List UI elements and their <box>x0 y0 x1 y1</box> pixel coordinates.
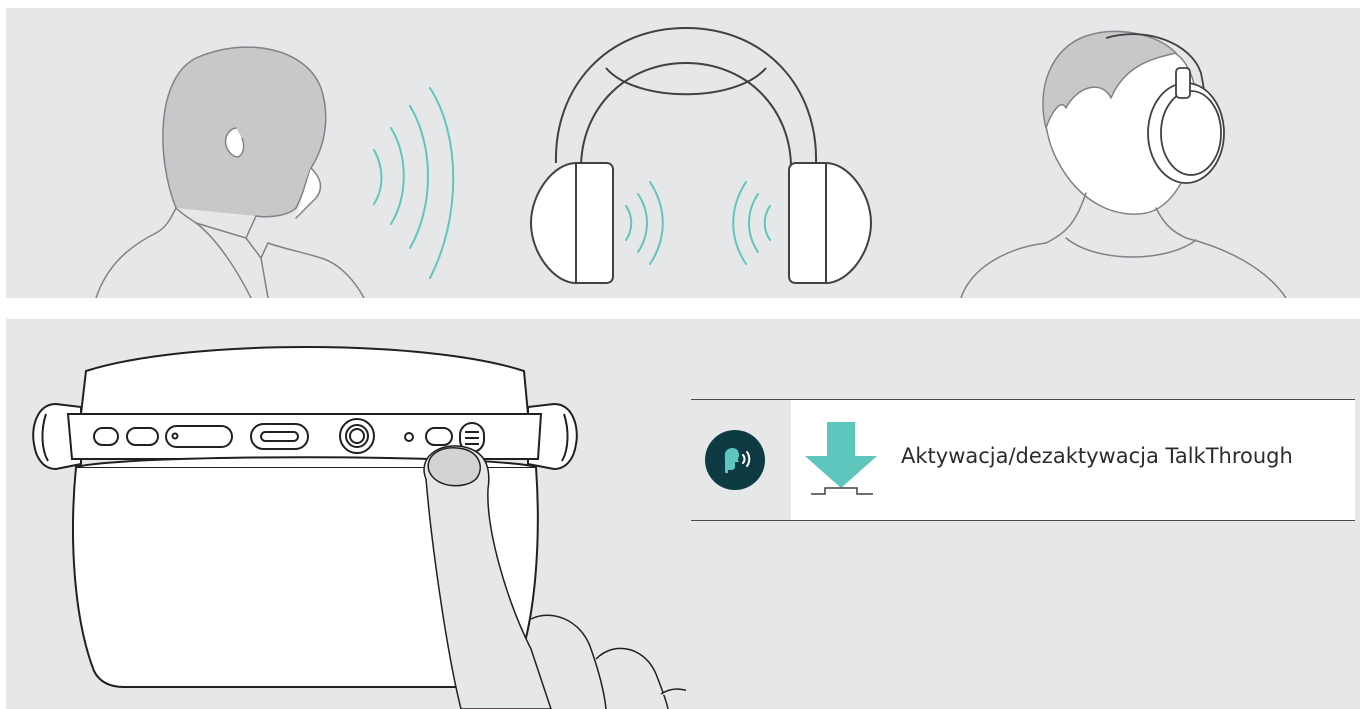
talkthrough-scene-illustration <box>95 26 1287 298</box>
headphone-button-press-illustration <box>32 346 686 709</box>
talkthrough-icon <box>705 430 765 490</box>
listener-person-figure <box>960 30 1287 298</box>
speech-sound-waves <box>373 87 455 279</box>
talkthrough-scene-panel <box>6 8 1360 298</box>
microphone-hole <box>404 432 414 442</box>
talkthrough-slot <box>425 427 453 446</box>
headphones-figure <box>529 26 873 284</box>
pressing-finger <box>423 445 686 709</box>
headphone-internal-sound-waves <box>625 181 771 265</box>
legend-row: Aktywacja/dezaktywacja TalkThrough <box>691 399 1355 521</box>
press-down-arrow-icon <box>805 422 877 495</box>
led-slot-1 <box>93 427 119 446</box>
legend-action-label: Aktywacja/dezaktywacja TalkThrough <box>901 444 1293 468</box>
button-instruction-panel: Aktywacja/dezaktywacja TalkThrough <box>6 319 1360 709</box>
speaking-person-figure <box>95 46 365 298</box>
headband-top <box>80 346 529 415</box>
led-slot-2 <box>126 427 159 446</box>
